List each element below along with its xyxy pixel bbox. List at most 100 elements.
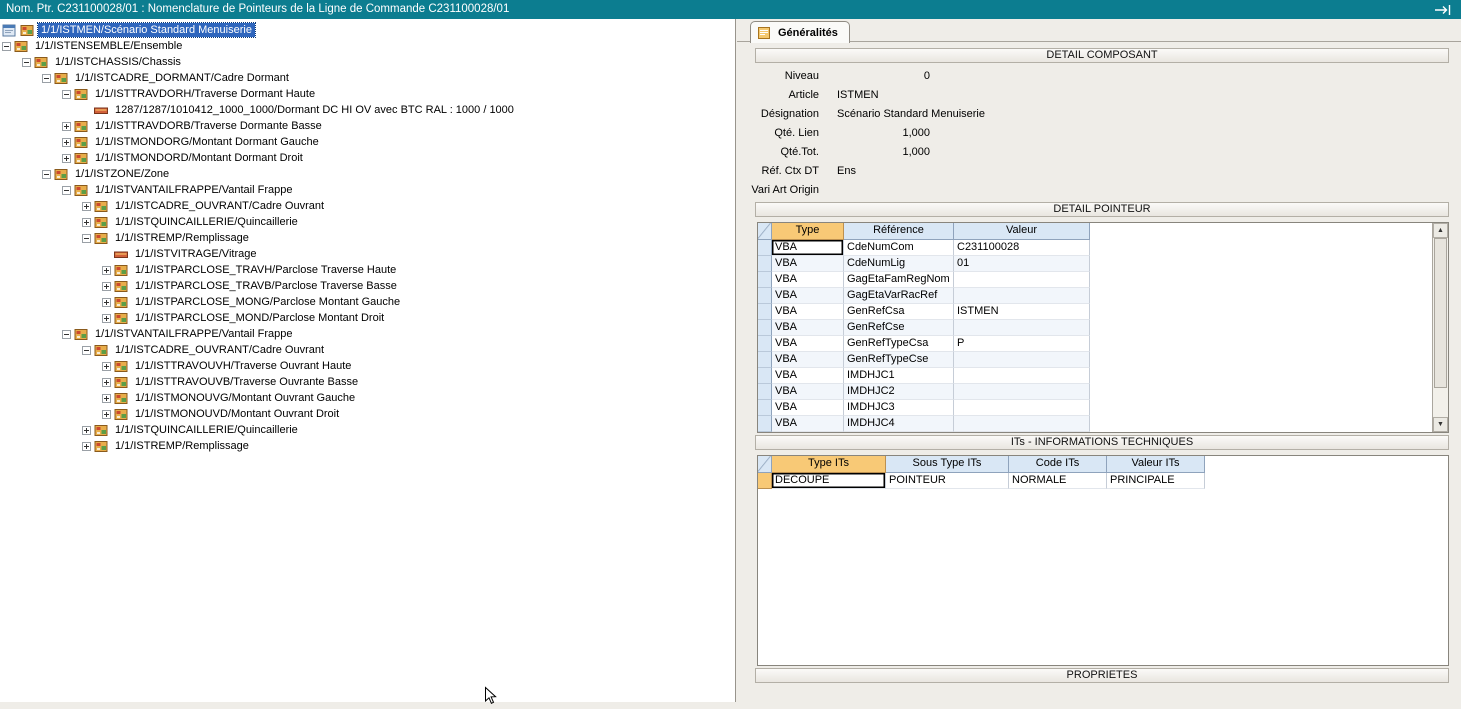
expand-plus-icon[interactable] [82,202,91,211]
collapse-minus-icon[interactable] [62,90,71,99]
tree-item[interactable]: 1/1/ISTPARCLOSE_MOND/Parclose Montant Dr… [0,310,735,326]
expand-plus-icon[interactable] [82,426,91,435]
expand-plus-icon[interactable] [102,362,111,371]
tree-item[interactable]: 1/1/ISTCADRE_OUVRANT/Cadre Ouvrant [0,342,735,358]
tree-item[interactable]: 1287/1287/1010412_1000_1000/Dormant DC H… [0,102,735,118]
grid-cell[interactable]: GenRefTypeCse [844,352,954,368]
tree-item[interactable]: 1/1/ISTTRAVDORH/Traverse Dormant Haute [0,86,735,102]
expand-plus-icon[interactable] [82,442,91,451]
expand-plus-icon[interactable] [62,122,71,131]
tree-item[interactable]: 1/1/ISTQUINCAILLERIE/Quincaillerie [0,422,735,438]
grid-cell[interactable]: VBA [772,288,844,304]
row-selector[interactable] [758,240,772,256]
tree-item[interactable]: 1/1/ISTPARCLOSE_MONG/Parclose Montant Ga… [0,294,735,310]
scroll-up-icon[interactable]: ▲ [1433,223,1448,238]
grid-cell[interactable]: VBA [772,400,844,416]
grid-cell[interactable]: IMDHJC2 [844,384,954,400]
expand-plus-icon[interactable] [102,314,111,323]
grid-cell[interactable]: POINTEUR [886,473,1009,489]
grid-cell[interactable] [954,368,1090,384]
tree-item[interactable]: 1/1/ISTVANTAILFRAPPE/Vantail Frappe [0,182,735,198]
column-header[interactable]: Type ITs [772,456,886,473]
grid-cell[interactable]: PRINCIPALE [1107,473,1205,489]
collapse-minus-icon[interactable] [62,330,71,339]
expand-plus-icon[interactable] [102,378,111,387]
grid-cell[interactable]: CdeNumLig [844,256,954,272]
column-header[interactable]: Valeur [954,223,1090,240]
grid-cell[interactable] [954,320,1090,336]
grid-cell[interactable]: CdeNumCom [844,240,954,256]
row-selector[interactable] [758,352,772,368]
tree-item[interactable]: 1/1/ISTVANTAILFRAPPE/Vantail Frappe [0,326,735,342]
tree-item[interactable]: 1/1/ISTMONDORD/Montant Dormant Droit [0,150,735,166]
grid-cell[interactable]: P [954,336,1090,352]
grid-cell[interactable]: VBA [772,368,844,384]
tree-item[interactable]: 1/1/ISTENSEMBLE/Ensemble [0,38,735,54]
collapse-minus-icon[interactable] [2,42,11,51]
grid-cell[interactable]: VBA [772,256,844,272]
grid-cell[interactable]: VBA [772,304,844,320]
tree-item[interactable]: 1/1/ISTTRAVOUVH/Traverse Ouvrant Haute [0,358,735,374]
grid-cell[interactable]: VBA [772,272,844,288]
grid-cell[interactable]: GenRefCse [844,320,954,336]
tree-item[interactable]: 1/1/ISTCADRE_DORMANT/Cadre Dormant [0,70,735,86]
tree-item[interactable]: 1/1/ISTQUINCAILLERIE/Quincaillerie [0,214,735,230]
grid-cell[interactable]: VBA [772,240,844,256]
grid-cell[interactable]: NORMALE [1009,473,1107,489]
grid-cell[interactable]: VBA [772,384,844,400]
grid-cell[interactable] [954,416,1090,432]
column-header[interactable]: Code ITs [1009,456,1107,473]
row-selector[interactable] [758,400,772,416]
row-selector[interactable] [758,304,772,320]
row-selector[interactable] [758,272,772,288]
row-selector[interactable] [758,288,772,304]
grid-cell[interactable]: VBA [772,320,844,336]
row-selector[interactable] [758,384,772,400]
tree-item[interactable]: 1/1/ISTMEN/Scénario Standard Menuiserie [0,22,735,38]
grid-cell[interactable] [954,288,1090,304]
tree-item[interactable]: 1/1/ISTVITRAGE/Vitrage [0,246,735,262]
collapse-minus-icon[interactable] [62,186,71,195]
collapse-minus-icon[interactable] [82,346,91,355]
row-selector[interactable] [758,473,772,489]
expand-plus-icon[interactable] [102,410,111,419]
row-selector[interactable] [758,368,772,384]
expand-plus-icon[interactable] [102,394,111,403]
tree-item[interactable]: 1/1/ISTTRAVOUVB/Traverse Ouvrante Basse [0,374,735,390]
column-header[interactable]: Valeur ITs [1107,456,1205,473]
collapse-minus-icon[interactable] [42,74,51,83]
arrow-to-bar-icon[interactable] [1433,4,1453,16]
grid-cell[interactable]: GagEtaVarRacRef [844,288,954,304]
grid-cell[interactable] [954,272,1090,288]
collapse-minus-icon[interactable] [42,170,51,179]
grid-cell[interactable]: IMDHJC4 [844,416,954,432]
grid-cell[interactable]: C231100028 [954,240,1090,256]
grid-cell[interactable]: 01 [954,256,1090,272]
collapse-minus-icon[interactable] [22,58,31,67]
tree-item[interactable]: 1/1/ISTCADRE_OUVRANT/Cadre Ouvrant [0,198,735,214]
grid-cell[interactable]: IMDHJC3 [844,400,954,416]
tree-item[interactable]: 1/1/ISTTRAVDORB/Traverse Dormante Basse [0,118,735,134]
vertical-scrollbar[interactable]: ▲ ▼ [1432,223,1448,432]
row-selector[interactable] [758,320,772,336]
tab-generalites[interactable]: Généralités [750,21,850,43]
grid-cell[interactable] [954,352,1090,368]
scrollbar-thumb[interactable] [1434,238,1447,388]
grid-cell[interactable]: GenRefTypeCsa [844,336,954,352]
row-selector[interactable] [758,256,772,272]
collapse-minus-icon[interactable] [82,234,91,243]
tree-item[interactable]: 1/1/ISTPARCLOSE_TRAVB/Parclose Traverse … [0,278,735,294]
tree-item[interactable]: 1/1/ISTPARCLOSE_TRAVH/Parclose Traverse … [0,262,735,278]
scroll-down-icon[interactable]: ▼ [1433,417,1448,432]
tree-item[interactable]: 1/1/ISTZONE/Zone [0,166,735,182]
grid-cell[interactable]: GagEtaFamRegNom [844,272,954,288]
expand-plus-icon[interactable] [82,218,91,227]
expand-plus-icon[interactable] [62,138,71,147]
grid-cell[interactable]: VBA [772,352,844,368]
tree-item[interactable]: 1/1/ISTCHASSIS/Chassis [0,54,735,70]
expand-plus-icon[interactable] [102,282,111,291]
tree-item[interactable]: 1/1/ISTREMP/Remplissage [0,438,735,454]
grid-cell[interactable] [954,400,1090,416]
grid-cell[interactable]: GenRefCsa [844,304,954,320]
expand-plus-icon[interactable] [102,266,111,275]
